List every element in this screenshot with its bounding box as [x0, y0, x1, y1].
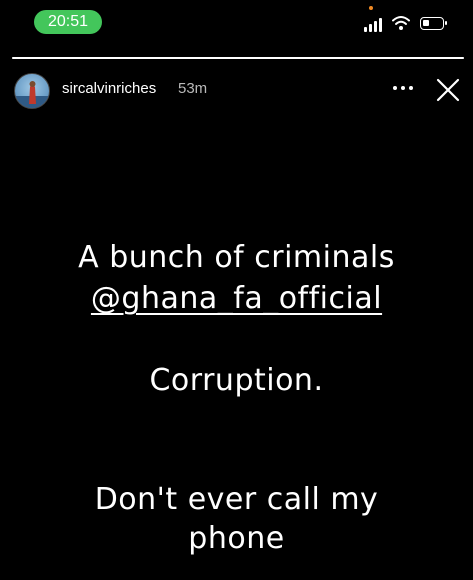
wifi-icon — [392, 16, 410, 30]
story-time-ago: 53m — [178, 80, 208, 97]
story-progress-bar — [12, 57, 464, 59]
story-progress-fill — [12, 57, 464, 59]
close-icon[interactable] — [436, 78, 460, 102]
more-icon[interactable] — [393, 86, 415, 92]
story-text-line-4: phone — [188, 521, 285, 556]
avatar[interactable] — [14, 73, 50, 109]
story-username[interactable]: sircalvinriches — [62, 80, 156, 97]
signal-icon — [364, 18, 384, 32]
story-text-line-2: Corruption. — [149, 363, 324, 398]
avatar-image — [15, 81, 49, 108]
story-text-line-1: A bunch of criminals — [78, 240, 395, 275]
story-mention-link[interactable]: @ghana_fa_official — [0, 281, 473, 316]
status-time: 20:51 — [34, 10, 102, 34]
story-text-line-3: Don't ever call my — [94, 482, 379, 517]
privacy-indicator-dot — [369, 6, 373, 10]
battery-icon — [420, 17, 447, 30]
